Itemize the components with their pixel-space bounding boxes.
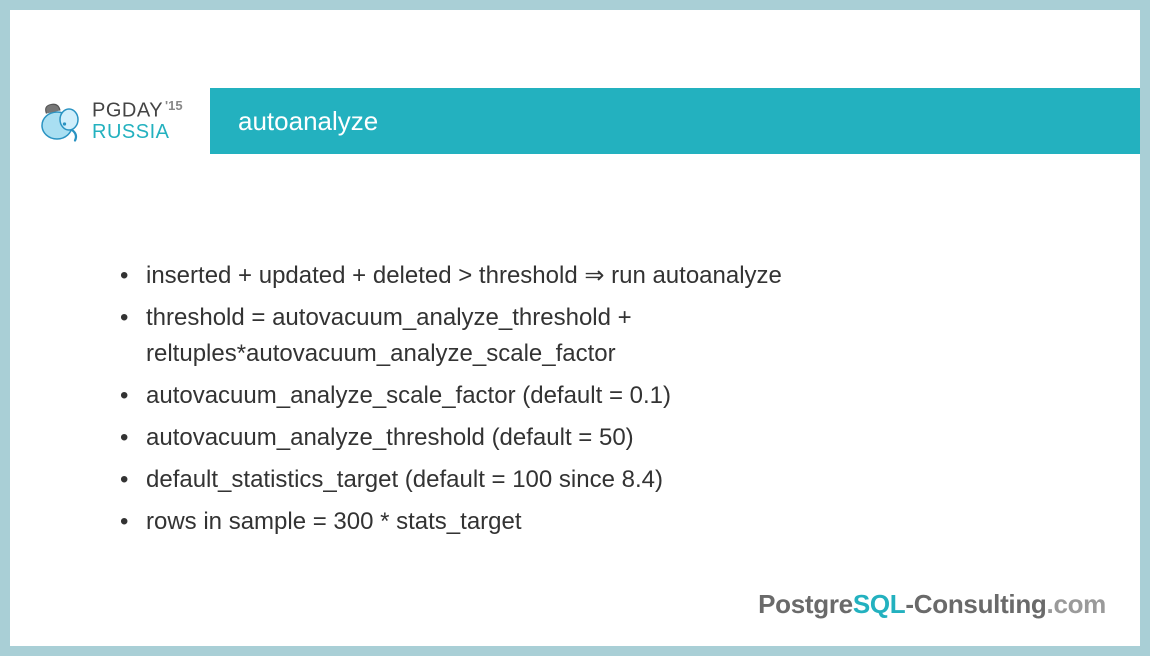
- list-item: default_statistics_target (default = 100…: [120, 462, 1060, 498]
- logo-line2: RUSSIA: [92, 122, 183, 143]
- footer-part2: SQL: [853, 589, 906, 619]
- footer-part3: -Consulting: [905, 589, 1046, 619]
- slide: PGDAY'15 RUSSIA autoanalyze inserted + u…: [10, 10, 1140, 646]
- slide-header: PGDAY'15 RUSSIA autoanalyze: [10, 88, 1140, 154]
- logo-text: PGDAY'15 RUSSIA: [92, 99, 183, 142]
- footer-brand: PostgreSQL-Consulting.com: [758, 589, 1106, 620]
- logo-year: '15: [165, 98, 183, 113]
- footer-part1: Postgre: [758, 589, 853, 619]
- elephant-icon: [36, 97, 84, 145]
- event-logo: PGDAY'15 RUSSIA: [10, 88, 210, 154]
- logo-line1: PGDAY: [92, 100, 163, 122]
- list-item: autovacuum_analyze_scale_factor (default…: [120, 378, 1060, 414]
- list-item: inserted + updated + deleted > threshold…: [120, 258, 1060, 294]
- slide-title-bar: autoanalyze: [210, 88, 1140, 154]
- bullet-list: inserted + updated + deleted > threshold…: [120, 258, 1060, 540]
- list-item: rows in sample = 300 * stats_target: [120, 504, 1060, 540]
- list-item: threshold = autovacuum_analyze_threshold…: [120, 300, 1060, 372]
- slide-frame: PGDAY'15 RUSSIA autoanalyze inserted + u…: [0, 0, 1150, 656]
- slide-title: autoanalyze: [238, 106, 378, 137]
- list-item: autovacuum_analyze_threshold (default = …: [120, 420, 1060, 456]
- footer-part4: .com: [1047, 589, 1106, 619]
- slide-content: inserted + updated + deleted > threshold…: [120, 258, 1060, 546]
